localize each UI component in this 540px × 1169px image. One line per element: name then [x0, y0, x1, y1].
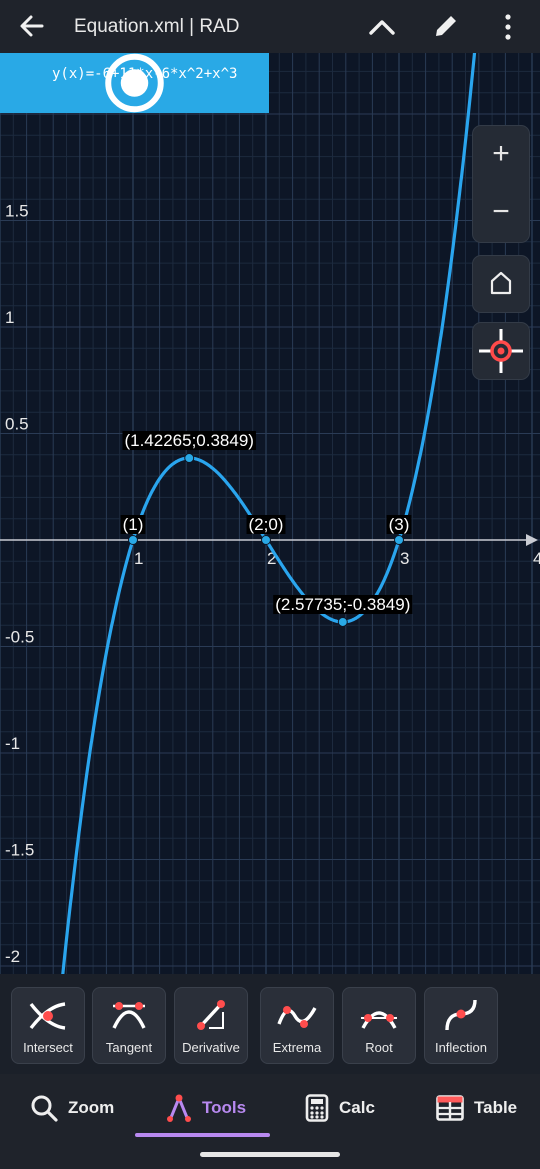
tangent-tool[interactable]: Tangent [92, 987, 166, 1064]
home-view-button[interactable] [472, 255, 530, 313]
tool-label: Extrema [272, 1040, 322, 1055]
table-icon [436, 1095, 464, 1121]
tangent-icon [112, 1002, 146, 1029]
back-arrow-icon[interactable] [18, 12, 46, 40]
y-tick-label: 1.5 [5, 202, 29, 221]
point-marker[interactable] [184, 453, 195, 464]
point-annotation-label: (2.57735;-0.3849) [275, 595, 410, 614]
point-annotation-label: (3) [389, 515, 410, 534]
equation-text[interactable]: y(x)=-6+11*x-6*x^2+x^3 [52, 66, 262, 82]
tool-label: Root [365, 1040, 393, 1055]
top-bar: Equation.xml | RAD [0, 0, 540, 53]
tools-tripod-icon [167, 1094, 191, 1122]
minus-icon: − [492, 195, 510, 228]
intersect-tool[interactable]: Intersect [11, 987, 85, 1064]
zoom-in-button[interactable]: + [473, 126, 529, 182]
nav-label-table: Table [474, 1098, 518, 1117]
extrema-tool[interactable]: Extrema [260, 987, 334, 1064]
y-tick-label: 0.5 [5, 415, 29, 434]
magnifier-icon [31, 1095, 58, 1122]
point-marker[interactable] [128, 535, 138, 545]
chevron-up-icon[interactable] [368, 14, 396, 40]
point-marker[interactable] [394, 535, 404, 545]
y-tick-label: -2 [5, 947, 20, 966]
edit-pencil-icon[interactable] [432, 12, 460, 40]
point-marker[interactable] [337, 616, 348, 627]
page-title: Equation.xml | RAD [74, 16, 240, 37]
nav-tools[interactable]: Tools [166, 1088, 246, 1128]
point-annotation-label: (1.42265;0.3849) [124, 431, 254, 450]
system-home-indicator[interactable] [200, 1152, 340, 1157]
nav-label-calc: Calc [339, 1098, 375, 1117]
nav-zoom[interactable]: Zoom [30, 1088, 114, 1128]
y-tick-label: -0.5 [5, 628, 34, 647]
tool-label: Intersect [23, 1040, 73, 1055]
intersect-icon [29, 1002, 66, 1030]
home-icon [490, 271, 512, 295]
calculator-icon [305, 1094, 329, 1122]
zoom-controls: + − [472, 125, 530, 243]
nav-label-zoom: Zoom [68, 1098, 115, 1117]
tool-label: Tangent [105, 1040, 153, 1055]
x-tick-label: 3 [400, 549, 409, 568]
inflection-icon [445, 999, 477, 1031]
crosshair-icon [479, 329, 523, 373]
point-marker[interactable] [261, 535, 271, 545]
tools-strip: Intersect Tangent Derivative Extrema Roo… [0, 974, 540, 1074]
point-annotation-label: (1) [123, 515, 144, 534]
extrema-icon [277, 1006, 317, 1028]
bottom-navigation: Zoom Tools Calc Table [0, 1074, 540, 1169]
y-tick-label: -1.5 [5, 841, 34, 860]
root-tool[interactable]: Root [342, 987, 416, 1064]
point-annotation-label: (2;0) [249, 515, 284, 534]
x-tick-label: 1 [134, 549, 143, 568]
radio-selected-icon[interactable] [0, 53, 269, 113]
nav-label-tools: Tools [202, 1098, 247, 1117]
nav-calc[interactable]: Calc [305, 1088, 375, 1128]
root-icon [361, 1011, 397, 1029]
tool-label: Derivative [182, 1040, 240, 1055]
y-tick-label: -1 [5, 734, 20, 753]
more-vertical-icon[interactable] [497, 12, 519, 42]
x-tick-label: 4 [533, 549, 540, 568]
derivative-icon [197, 1000, 225, 1030]
derivative-tool[interactable]: Derivative [174, 987, 248, 1064]
trace-target-button[interactable] [472, 322, 530, 380]
active-tab-indicator [135, 1133, 270, 1137]
tool-label: Inflection [434, 1040, 488, 1055]
nav-table[interactable]: Table [436, 1088, 517, 1128]
inflection-tool[interactable]: Inflection [424, 987, 498, 1064]
plus-icon: + [492, 137, 510, 170]
zoom-out-button[interactable]: − [473, 184, 529, 240]
y-tick-label: 1 [5, 308, 14, 327]
